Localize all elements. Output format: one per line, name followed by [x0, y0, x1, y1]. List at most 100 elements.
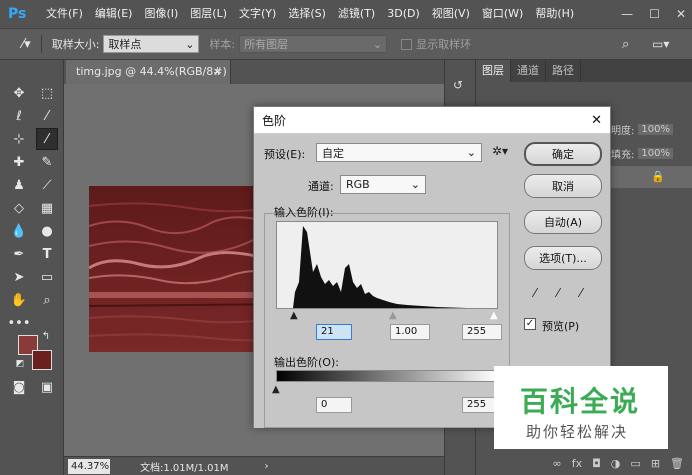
swap-colors-icon[interactable]: ↰: [40, 330, 52, 342]
input-white-slider[interactable]: ▲: [490, 310, 498, 321]
close-dialog-icon[interactable]: ✕: [591, 113, 602, 128]
path-selection-tool-icon[interactable]: ➤: [8, 266, 30, 288]
menu-3d[interactable]: 3D(D): [381, 0, 426, 28]
ok-button[interactable]: 确定: [524, 142, 602, 166]
maximize-button[interactable]: ☐: [649, 7, 660, 21]
input-levels-label: 输入色阶(I):: [274, 206, 334, 219]
menu-type[interactable]: 文字(Y): [233, 0, 282, 28]
new-layer-icon[interactable]: ⊞: [651, 457, 660, 470]
eyedropper-preset-icon[interactable]: ⁄▾: [22, 37, 31, 52]
preset-options-icon[interactable]: ✲▾: [492, 144, 508, 158]
dialog-titlebar: 色阶 ✕: [254, 107, 610, 134]
chevron-down-icon: ⌄: [410, 178, 420, 191]
type-tool-icon[interactable]: T: [36, 243, 58, 265]
crop-tool-icon[interactable]: ⊹: [8, 128, 30, 150]
folder-icon[interactable]: ▭: [630, 457, 640, 470]
show-ring-checkbox[interactable]: [401, 38, 413, 50]
menu-file[interactable]: 文件(F): [40, 0, 89, 28]
close-document-icon[interactable]: ×: [213, 60, 222, 84]
lasso-tool-icon[interactable]: ℓ: [8, 105, 30, 127]
menu-help[interactable]: 帮助(H): [529, 0, 580, 28]
input-white-field[interactable]: 255: [462, 324, 502, 340]
layers-panel-footer: ∞ fx ◘ ◑ ▭ ⊞ 🗑: [476, 452, 692, 475]
search-icon[interactable]: ⌕: [622, 37, 629, 52]
document-tab[interactable]: timg.jpg @ 44.4%(RGB/8#) * ×: [66, 60, 231, 102]
tab-channels[interactable]: 通道: [511, 60, 546, 82]
eraser-tool-icon[interactable]: ◇: [8, 197, 30, 219]
more-tools-icon[interactable]: •••: [8, 312, 31, 334]
gradient-tool-icon[interactable]: ▦: [36, 197, 58, 219]
default-colors-icon[interactable]: ◩: [14, 358, 26, 370]
screen-mode-icon[interactable]: ▣: [36, 376, 58, 398]
pen-tool-icon[interactable]: ✒: [8, 243, 30, 265]
opacity-field[interactable]: 100%: [638, 124, 673, 135]
status-bar: 44.37% 文档:1.01M/1.01M ›: [64, 456, 444, 475]
watermark-subtitle: 助你轻松解决: [526, 423, 629, 441]
input-black-field[interactable]: 21: [316, 324, 352, 340]
preview-label: 预览(P): [542, 320, 580, 333]
preview-checkbox[interactable]: ✓: [524, 318, 536, 330]
sample-size-label: 取样大小:: [51, 38, 100, 51]
zoom-tool-icon[interactable]: ⌕: [36, 289, 58, 311]
marquee-tool-icon[interactable]: ⬚: [36, 82, 58, 104]
output-black-field[interactable]: 0: [316, 397, 352, 413]
dodge-tool-icon[interactable]: ●: [36, 220, 58, 242]
menu-image[interactable]: 图像(I): [138, 0, 184, 28]
menu-layer[interactable]: 图层(L): [184, 0, 233, 28]
input-black-slider[interactable]: ▲: [290, 310, 298, 321]
tab-paths[interactable]: 路径: [546, 60, 581, 82]
link-layers-icon[interactable]: ∞: [553, 457, 562, 470]
lock-icon: 🔒: [651, 170, 665, 183]
preset-select[interactable]: 自定 ⌄: [316, 143, 482, 162]
layer-row[interactable]: 🔒: [611, 166, 692, 188]
fill-field[interactable]: 100%: [638, 148, 673, 159]
sample-size-select[interactable]: 取样点 ⌄: [103, 35, 200, 53]
cancel-button[interactable]: 取消: [524, 174, 602, 198]
magic-wand-tool-icon[interactable]: ⁄: [36, 105, 58, 127]
adjustment-icon[interactable]: ◑: [611, 457, 621, 470]
output-black-slider[interactable]: ▲: [272, 384, 280, 395]
watermark: 百科全说 助你轻松解决: [494, 366, 668, 449]
white-point-eyedropper-icon[interactable]: ⁄: [580, 286, 594, 300]
auto-button[interactable]: 自动(A): [524, 210, 602, 234]
output-levels-label: 输出色阶(O):: [274, 356, 339, 369]
quick-mask-icon[interactable]: ◙: [8, 376, 30, 398]
mask-icon[interactable]: ◘: [592, 457, 601, 470]
menu-window[interactable]: 窗口(W): [476, 0, 529, 28]
menu-select[interactable]: 选择(S): [282, 0, 332, 28]
status-menu-arrow[interactable]: ›: [265, 461, 269, 472]
channel-select[interactable]: RGB ⌄: [340, 175, 426, 194]
tab-layers[interactable]: 图层: [476, 60, 511, 82]
chevron-down-icon: ⌄: [185, 37, 195, 51]
background-color-swatch[interactable]: [32, 350, 52, 370]
stamp-tool-icon[interactable]: ♟: [8, 174, 30, 196]
zoom-level-field[interactable]: 44.37%: [68, 458, 110, 474]
ps-logo: Ps: [8, 6, 27, 22]
trash-icon[interactable]: 🗑: [670, 457, 684, 470]
menu-edit[interactable]: 编辑(E): [89, 0, 139, 28]
move-tool-icon[interactable]: ✥: [8, 82, 30, 104]
close-window-button[interactable]: ✕: [676, 7, 686, 21]
input-mid-slider[interactable]: ▲: [389, 310, 397, 321]
brush-tool-icon[interactable]: ✎: [36, 151, 58, 173]
minimize-button[interactable]: —: [621, 7, 633, 21]
hand-tool-icon[interactable]: ✋: [8, 289, 30, 311]
gray-point-eyedropper-icon[interactable]: ⁄: [557, 286, 571, 300]
eyedropper-tool-icon[interactable]: ⁄: [36, 128, 58, 150]
sample-layers-select[interactable]: 所有图层 ⌄: [239, 35, 388, 53]
options-button[interactable]: 选项(T)...: [524, 246, 602, 270]
output-gradient: [276, 370, 498, 382]
fx-icon[interactable]: fx: [572, 457, 582, 470]
menu-view[interactable]: 视图(V): [426, 0, 476, 28]
blur-tool-icon[interactable]: 💧: [8, 220, 30, 242]
rectangle-tool-icon[interactable]: ▭: [36, 266, 58, 288]
workspace-icon[interactable]: ▭▾: [652, 37, 669, 51]
history-panel-icon[interactable]: ↺: [453, 78, 463, 92]
input-mid-field[interactable]: 1.00: [390, 324, 430, 340]
opacity-label: 明度:: [611, 126, 635, 137]
menu-filter[interactable]: 滤镜(T): [332, 0, 381, 28]
history-brush-tool-icon[interactable]: ⟋: [36, 174, 58, 196]
channel-label: 通道:: [308, 180, 334, 193]
black-point-eyedropper-icon[interactable]: ⁄: [534, 286, 548, 300]
healing-brush-tool-icon[interactable]: ✚: [8, 151, 30, 173]
